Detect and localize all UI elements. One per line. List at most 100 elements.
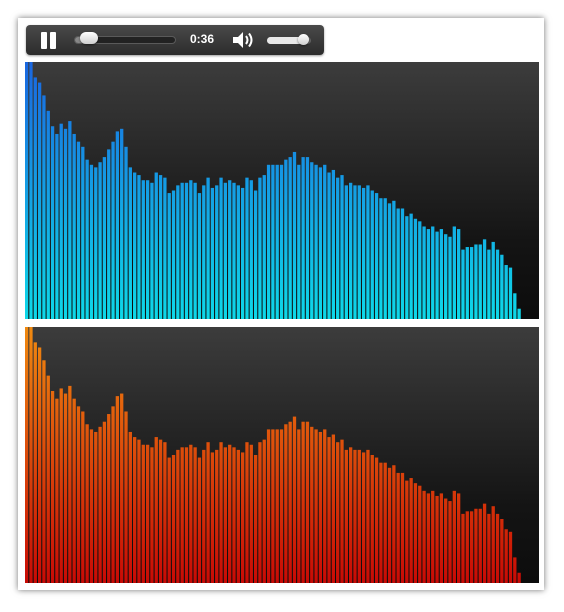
spectrum-bar [163,442,167,583]
spectrum-bar [37,82,42,319]
spectrum-bar [176,185,180,319]
spectrum-bar [331,169,336,319]
spectrum-bar [245,442,249,583]
spectrum-bar [102,157,107,319]
spectrum-bar [253,190,258,319]
spectrum-bar [469,247,474,319]
spectrum-bar [171,190,176,319]
spectrum-bar [318,431,323,583]
spectrum-bar [128,167,132,319]
spectrum-bar [137,175,141,319]
spectrum-bar [374,457,379,583]
spectrum-bar [508,267,513,319]
spectrum-bar [340,175,344,319]
seek-handle[interactable] [80,32,99,44]
spectrum-bar [206,177,210,319]
spectrum-bar [120,393,124,583]
spectrum-bar [76,141,81,319]
spectrum-bar [279,164,284,319]
spectrum-bar [331,434,336,583]
spectrum-bar [383,462,387,583]
spectrum-bar [474,508,478,583]
spectrum-bar [357,185,361,319]
spectrum-bar [318,167,323,319]
pause-button[interactable] [40,32,58,49]
spectrum-bar [482,239,487,319]
speaker-icon[interactable] [232,31,258,49]
spectrum-bar [29,327,33,583]
spectrum-bar [288,421,292,583]
spectrum-bar [301,421,305,583]
spectrum-bar [305,157,310,319]
spectrum-bar [353,449,357,583]
spectrum-bar [59,123,63,319]
spectrum-bar [284,159,288,319]
spectrum-bar [396,472,400,583]
current-time: 0:36 [190,32,215,46]
spectrum-bar [253,455,258,583]
spectrum-bar [150,447,154,583]
spectrum-bar [137,439,141,583]
spectrum-bar [37,347,42,583]
spectrum-bar [228,444,232,583]
spectrum-bar [495,249,500,319]
spectrum-bar [89,164,94,319]
spectrum-bars-top [25,62,521,319]
spectrum-bar [68,385,72,583]
spectrum-bar [145,180,150,319]
spectrum-bar [405,216,409,319]
spectrum-bar [72,133,76,319]
spectrum-bar [249,444,253,583]
spectrum-bar [76,406,81,583]
spectrum-bar [418,221,422,319]
spectrum-bar [266,164,271,319]
spectrum-bar [107,414,111,583]
spectrum-bar [98,426,102,583]
spectrum-bar [210,452,215,583]
spectrum-bar [500,519,504,583]
spectrum-bar [29,62,33,319]
seek-bar[interactable] [74,32,176,44]
spectrum-bar [228,180,232,319]
spectrum-bar [336,177,340,319]
spectrum-bar [461,249,465,319]
spectrum-bar [33,342,37,583]
spectrum-bar [154,172,158,319]
spectrum-bar [193,182,197,319]
spectrum-bar [469,511,474,583]
spectrum-bar [405,480,409,583]
spectrum-bar [258,442,262,583]
spectrum-bar [457,493,461,583]
spectrum-bar [461,513,465,583]
spectrum-bar [94,431,98,583]
volume-handle[interactable] [298,34,310,45]
spectrum-bars-bottom [25,327,521,583]
spectrum-bar [46,375,50,583]
spectrum-bar [379,462,383,583]
spectrum-bar [124,411,128,583]
spectrum-bar [89,429,94,583]
spectrum-bar [495,513,500,583]
spectrum-bar [444,234,448,319]
spectrum-bar [314,429,318,583]
spectrum-bar [349,182,353,319]
spectrum-bar [98,162,102,319]
spectrum-bar [133,172,137,319]
spectrum-bar [55,398,59,583]
spectrum-bar [413,218,418,319]
spectrum-bar [128,431,132,583]
spectrum-bar [426,493,431,583]
spectrum-bar [158,439,163,583]
spectrum-bar [215,449,219,583]
spectrum-bar [474,244,478,319]
spectrum-bar [344,449,348,583]
spectrum-bar [94,167,98,319]
spectrum-bar [271,164,275,319]
spectrum-bar [223,182,228,319]
spectrum-bar [366,449,370,583]
volume-slider[interactable] [267,34,311,45]
spectrum-bar [517,308,521,319]
spectrum-bar [46,110,50,319]
spectrum-bar [275,164,279,319]
spectrum-bar [465,247,469,319]
